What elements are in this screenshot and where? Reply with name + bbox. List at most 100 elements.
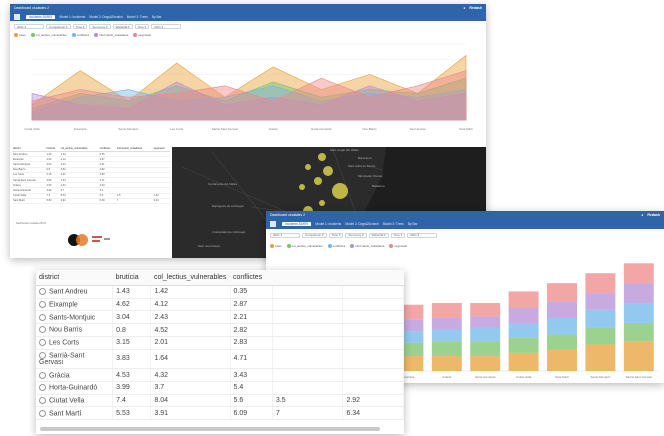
back-legend-item-3[interactable]: informacio_ciutadania bbox=[94, 33, 128, 38]
bar-segment-conflictes[interactable] bbox=[508, 322, 539, 338]
back-user-name[interactable]: Redash bbox=[469, 6, 482, 10]
row-select-checkbox[interactable] bbox=[39, 384, 46, 392]
front-filter-3[interactable]: Summary ▾ bbox=[345, 232, 367, 238]
front-legend-item-1[interactable]: col_lectius_vulnerables bbox=[286, 244, 323, 249]
back-menu-icon[interactable] bbox=[14, 13, 20, 20]
back-legend-item-0[interactable]: trees bbox=[14, 33, 26, 38]
front-filter-2[interactable]: Time ▾ bbox=[328, 232, 344, 238]
front-filter-1[interactable]: Comparison ▾ bbox=[302, 232, 327, 238]
bar-segment-trees[interactable] bbox=[470, 356, 501, 371]
bar-segment-conflictes[interactable] bbox=[470, 327, 501, 342]
table-row[interactable]: Sants-Montjuic 3.04 2.43 2.21 bbox=[36, 310, 404, 325]
bar-segment-seguretat[interactable] bbox=[623, 263, 654, 284]
row-select-checkbox[interactable] bbox=[39, 339, 46, 347]
table-row[interactable]: Ciutat Vella 7.4 8.04 5.6 3.5 2.92 bbox=[36, 394, 404, 408]
back-filter-5[interactable]: Tree ▾ bbox=[134, 24, 150, 29]
map-district-bubble[interactable] bbox=[305, 164, 311, 170]
map-district-bubble[interactable] bbox=[314, 177, 322, 185]
back-filter-4[interactable]: Waterfall ▾ bbox=[112, 24, 133, 29]
row-select-checkbox[interactable] bbox=[39, 396, 46, 404]
bar-segment-conflictes[interactable] bbox=[547, 317, 577, 335]
bar-segment-trees[interactable] bbox=[547, 349, 577, 371]
front-user-name[interactable]: Redash bbox=[647, 213, 660, 217]
area-series-seguretat[interactable] bbox=[31, 70, 467, 121]
back-filter-0[interactable]: 2021 ▾ bbox=[14, 24, 44, 29]
bell-icon[interactable]: ● bbox=[463, 6, 465, 10]
row-select-checkbox[interactable] bbox=[39, 288, 46, 296]
bar-segment-informacio_ciutadania[interactable] bbox=[431, 317, 462, 330]
row-select-checkbox[interactable] bbox=[39, 371, 46, 379]
row-select-checkbox[interactable] bbox=[39, 351, 46, 359]
bar-segment-informacio_ciutadania[interactable] bbox=[547, 301, 577, 318]
table-row[interactable]: Sant Andreu 1.43 1.42 0.35 bbox=[36, 285, 404, 299]
bar-segment-col_lectius_vulnerables[interactable] bbox=[470, 341, 501, 357]
bar-segment-trees[interactable] bbox=[508, 352, 539, 371]
bar-segment-trees[interactable] bbox=[585, 344, 616, 371]
bar-segment-conflictes[interactable] bbox=[585, 309, 616, 328]
table-header-0[interactable]: district bbox=[36, 270, 113, 286]
back-legend-item-1[interactable]: col_lectius_vulnerables bbox=[30, 33, 67, 38]
bar-segment-conflictes[interactable] bbox=[623, 303, 654, 323]
front-filter-4[interactable]: Waterfall ▾ bbox=[368, 232, 389, 238]
table-row[interactable]: Sarrià-Sant Gervasi 3.83 1.64 4.71 bbox=[36, 349, 404, 370]
table-header-1[interactable]: brutícia bbox=[112, 270, 151, 286]
bar-segment-seguretat[interactable] bbox=[508, 291, 539, 309]
front-menu-icon[interactable] bbox=[270, 221, 276, 227]
front-bell-icon[interactable]: ● bbox=[641, 213, 643, 217]
back-filter-3[interactable]: Summary ▾ bbox=[89, 24, 111, 29]
front-legend-item-2[interactable]: conflictes bbox=[327, 244, 345, 249]
back-filter-1[interactable]: Comparison ▾ bbox=[46, 24, 71, 29]
front-filter-5[interactable]: Tree ▾ bbox=[390, 232, 406, 238]
bar-segment-col_lectius_vulnerables[interactable] bbox=[431, 341, 462, 357]
back-filter-2[interactable]: Time ▾ bbox=[72, 24, 88, 29]
front-tab-2[interactable]: Model 2: Dogs&Scratch bbox=[345, 222, 378, 226]
bar-segment-trees[interactable] bbox=[623, 341, 654, 371]
row-select-checkbox[interactable] bbox=[39, 326, 46, 334]
map-district-bubble[interactable] bbox=[299, 184, 305, 190]
bar-segment-informacio_ciutadania[interactable] bbox=[623, 283, 654, 304]
table-row[interactable]: Les Corts 3.15 2.01 2.83 bbox=[36, 336, 404, 350]
table-header-2[interactable]: col_lectius_vulnerables bbox=[150, 270, 230, 286]
bar-segment-informacio_ciutadania[interactable] bbox=[470, 316, 501, 328]
front-legend-item-0[interactable]: trees bbox=[270, 244, 282, 249]
table-row[interactable]: Eixample 4.62 4.12 2.87 bbox=[36, 298, 404, 312]
row-select-checkbox[interactable] bbox=[39, 300, 46, 308]
back-tab-1[interactable]: Model 1: Incidents bbox=[59, 15, 85, 19]
bar-segment-informacio_ciutadania[interactable] bbox=[508, 308, 539, 323]
front-tab-4[interactable]: By Bar bbox=[408, 222, 418, 226]
table-row[interactable]: Gràcia 4.53 4.32 3.43 bbox=[36, 368, 404, 383]
back-tab-0[interactable]: Incidents BARRI bbox=[26, 14, 56, 19]
back-tab-4[interactable]: By Bar bbox=[152, 15, 162, 19]
bar-segment-col_lectius_vulnerables[interactable] bbox=[547, 334, 577, 350]
bar-segment-seguretat[interactable] bbox=[470, 303, 501, 317]
front-tab-1[interactable]: Model 1: Incidents bbox=[315, 222, 341, 226]
map-district-bubble[interactable] bbox=[319, 200, 325, 206]
bar-segment-col_lectius_vulnerables[interactable] bbox=[508, 337, 539, 353]
front-legend-item-4[interactable]: seguretat bbox=[389, 244, 407, 249]
table-row[interactable]: Sant Martí 5.53 3.91 6.09 7 6.34 bbox=[36, 406, 404, 421]
map-district-bubble[interactable] bbox=[323, 166, 333, 176]
row-select-checkbox[interactable] bbox=[39, 313, 46, 321]
bar-segment-conflictes[interactable] bbox=[431, 329, 462, 342]
front-tab-0[interactable]: Incidents BARRI bbox=[282, 222, 312, 226]
back-tab-2[interactable]: Model 2: Dogs&Scratch bbox=[89, 15, 122, 19]
map-district-bubble[interactable] bbox=[318, 153, 326, 161]
front-filter-6[interactable]: 2021 ▾ bbox=[407, 232, 438, 238]
bar-segment-seguretat[interactable] bbox=[547, 283, 577, 302]
row-select-checkbox[interactable] bbox=[39, 409, 46, 417]
front-legend-item-3[interactable]: informacio_ciutadania bbox=[350, 244, 384, 249]
table-scrollbar[interactable] bbox=[40, 427, 380, 431]
back-filter-6[interactable]: 2021 ▾ bbox=[151, 24, 182, 29]
table-row[interactable]: Nou Barris 0.8 4.52 2.82 bbox=[36, 323, 404, 337]
bar-segment-col_lectius_vulnerables[interactable] bbox=[623, 322, 654, 342]
bar-segment-trees[interactable] bbox=[431, 356, 462, 371]
back-tab-3[interactable]: Model 3: Trees bbox=[127, 15, 148, 19]
back-legend-item-2[interactable]: conflictes bbox=[71, 33, 89, 38]
bar-segment-col_lectius_vulnerables[interactable] bbox=[585, 327, 616, 345]
front-tab-3[interactable]: Model 3: Trees bbox=[383, 222, 404, 226]
bar-segment-seguretat[interactable] bbox=[585, 273, 616, 294]
front-filter-0[interactable]: 2021 ▾ bbox=[270, 232, 300, 238]
bar-segment-seguretat[interactable] bbox=[431, 303, 462, 318]
bar-segment-informacio_ciutadania[interactable] bbox=[585, 293, 616, 310]
map-district-bubble[interactable] bbox=[332, 183, 348, 199]
